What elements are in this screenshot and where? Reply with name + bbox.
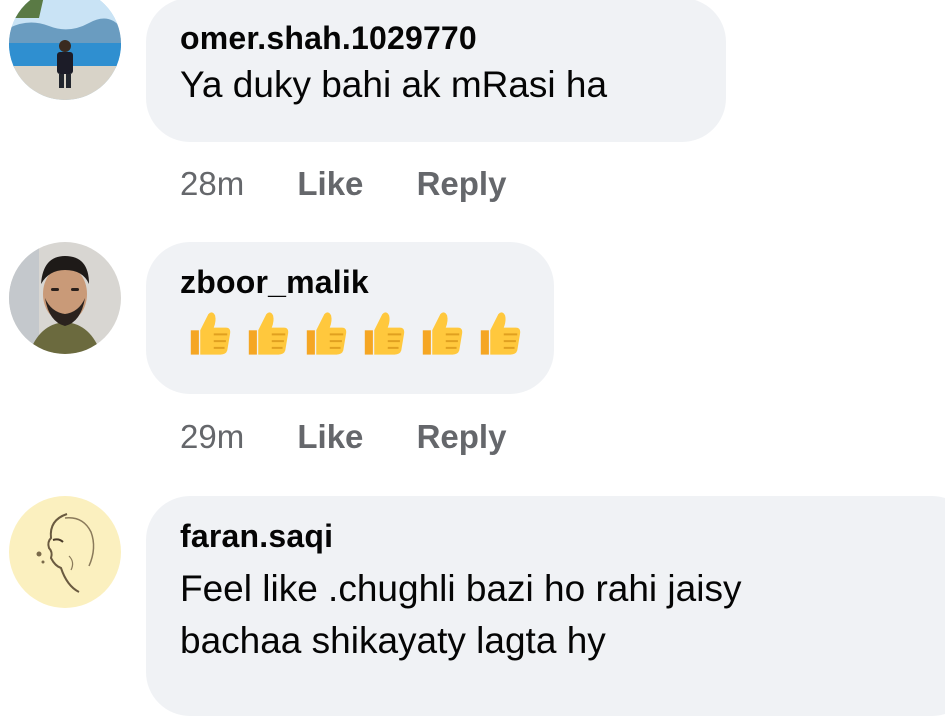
comment-meta: 29m Like Reply (180, 417, 506, 457)
thumbs-up-icon (296, 306, 350, 360)
reply-button[interactable]: Reply (417, 417, 507, 457)
like-button[interactable]: Like (297, 417, 363, 457)
comment-meta: 28m Like Reply (180, 164, 506, 204)
comment-timestamp[interactable]: 28m (180, 164, 244, 204)
comment-bubble: faran.saqi Feel like .chughli bazi ho ra… (146, 496, 945, 716)
comment-text: Ya duky bahi ak mRasi ha (180, 64, 608, 105)
comment-emoji-row (180, 306, 521, 360)
thumbs-up-icon (354, 306, 408, 360)
thumbs-up-icon (180, 306, 234, 360)
thumbs-up-icon (238, 306, 292, 360)
comment-author[interactable]: zboor_malik (180, 262, 520, 302)
avatar[interactable] (9, 0, 121, 100)
comment-author[interactable]: omer.shah.1029770 (180, 18, 692, 58)
thumbs-up-icon (412, 306, 466, 360)
comment-bubble: zboor_malik (146, 242, 554, 394)
like-button[interactable]: Like (297, 164, 363, 204)
avatar[interactable] (9, 496, 121, 608)
comment-text-line: bachaa shikayaty lagta hy (180, 620, 606, 661)
comment-text-line: Feel like .chughli bazi ho rahi jaisy (180, 568, 742, 609)
reply-button[interactable]: Reply (417, 164, 507, 204)
thumbs-up-icon (470, 306, 524, 360)
comment-author[interactable]: faran.saqi (180, 516, 942, 556)
comment-timestamp[interactable]: 29m (180, 417, 244, 457)
comment-bubble: omer.shah.1029770 Ya duky bahi ak mRasi … (146, 0, 726, 142)
avatar[interactable] (9, 242, 121, 354)
